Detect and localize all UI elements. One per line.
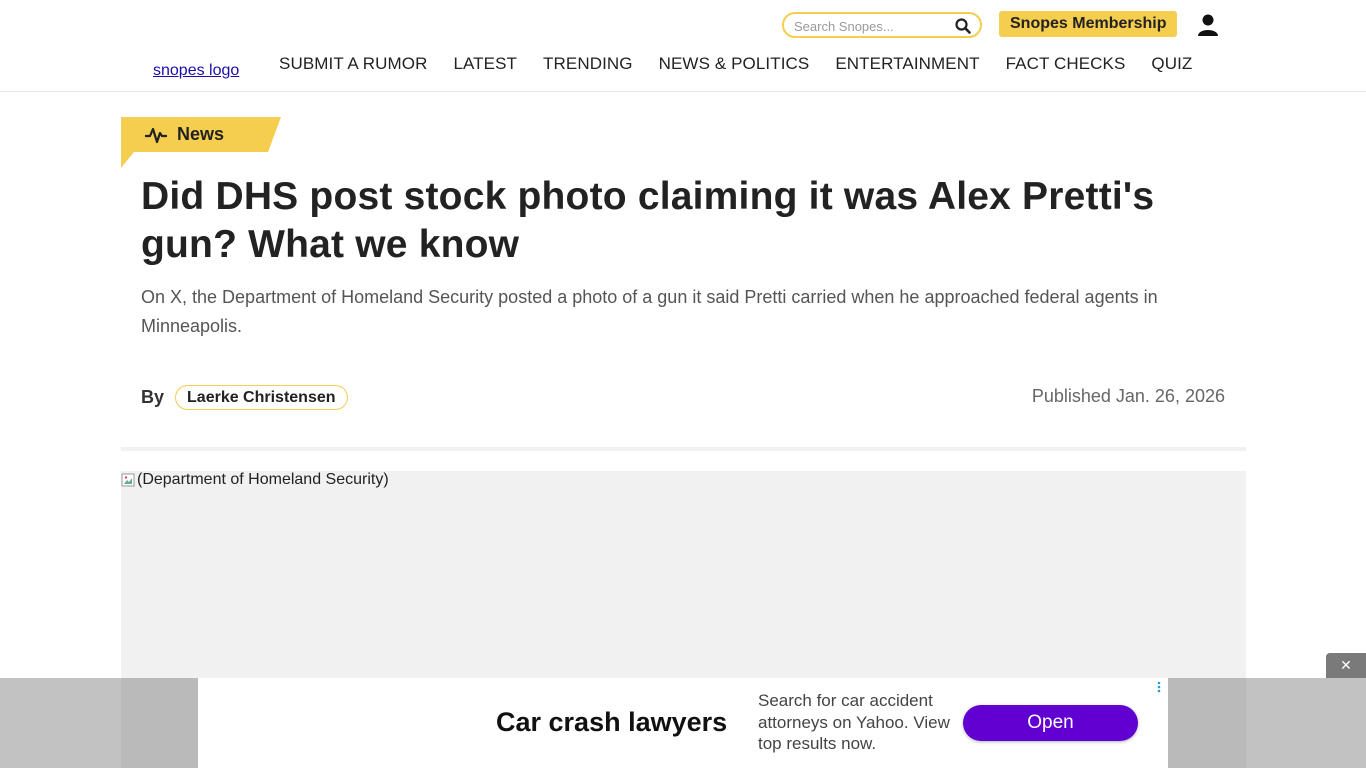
by-label: By [141,387,165,407]
search-icon[interactable] [954,17,972,35]
close-icon[interactable]: ✕ [1326,653,1366,678]
ad-open-button[interactable]: Open [963,705,1138,741]
nav-submit-a-rumor[interactable]: SUBMIT A RUMOR [279,54,427,74]
published-date: Published Jan. 26, 2026 [1031,386,1225,406]
snopes-logo[interactable]: snopes logo [153,62,239,80]
broken-image-icon [121,473,135,487]
search-box[interactable] [782,12,982,38]
pulse-icon [145,127,167,144]
article-title: Did DHS post stock photo claiming it was… [141,175,1155,266]
user-icon[interactable] [1197,13,1219,37]
ad-info-icon[interactable] [1154,681,1164,693]
author-link[interactable]: Laerke Christensen [175,385,348,410]
byline: By Laerke Christensen [141,385,348,410]
ad-banner[interactable]: Car crash lawyers Search for car acciden… [198,678,1168,768]
nav-fact-checks[interactable]: FACT CHECKS [1006,54,1126,74]
nav-trending[interactable]: TRENDING [543,54,633,74]
nav-latest[interactable]: LATEST [453,54,517,74]
hero-caption: (Department of Homeland Security) [137,471,389,488]
hero-image-alt: (Department of Homeland Security) [121,471,389,489]
nav-news-politics[interactable]: NEWS & POLITICS [659,54,810,74]
article-subtitle: On X, the Department of Homeland Securit… [141,287,1158,336]
nav-entertainment[interactable]: ENTERTAINMENT [835,54,979,74]
site-header: Snopes Membership snopes logo SUBMIT A R… [0,0,1366,92]
category-label: News [177,124,225,144]
ad-body: Search for car accident attorneys on Yah… [758,691,950,753]
category-tag[interactable]: News [121,117,281,168]
nav-quiz[interactable]: QUIZ [1151,54,1192,74]
ad-headline[interactable]: Car crash lawyers [496,707,727,738]
main-nav: SUBMIT A RUMOR LATEST TRENDING NEWS & PO… [279,54,1218,74]
divider [121,447,1246,451]
membership-button[interactable]: Snopes Membership [999,11,1178,37]
search-input[interactable] [794,17,954,35]
